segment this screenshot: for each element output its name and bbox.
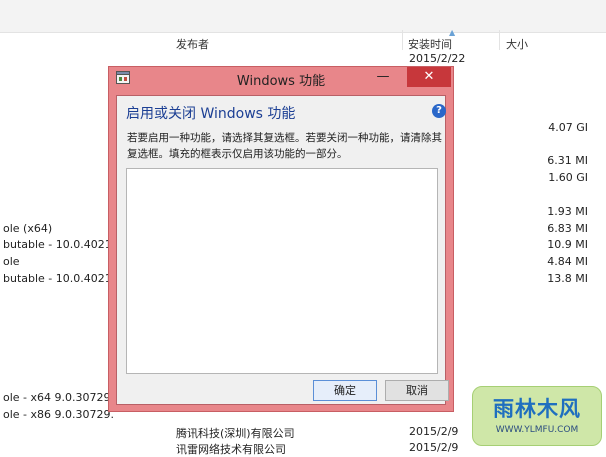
sort-arrow-icon: ▲ — [449, 28, 456, 37]
list-cell-name[interactable]: ole - x86 9.0.30729. — [3, 408, 114, 421]
list-header-bar — [0, 0, 606, 33]
column-divider[interactable] — [402, 30, 403, 50]
list-cell-size: 6.83 MI — [547, 222, 588, 235]
column-divider[interactable] — [499, 30, 500, 50]
watermark-url: WWW.YLMFU.COM — [495, 425, 579, 435]
list-cell-date: 2015/2/9 — [409, 441, 459, 454]
dialog-title: Windows 功能 — [236, 74, 326, 89]
dialog-description: 若要启用一种功能，请选择其复选框。若要关闭一种功能，请清除其复选框。填充的框表示… — [127, 132, 442, 160]
features-tree-list[interactable] — [126, 168, 438, 374]
list-cell-size: 10.9 MI — [547, 238, 588, 251]
help-icon[interactable]: ? — [432, 104, 446, 118]
column-header-install-date[interactable]: 安装时间 — [408, 36, 452, 52]
ok-button[interactable]: 确定 — [313, 380, 377, 401]
list-cell-name[interactable]: butable - 10.0.4021 — [3, 272, 112, 285]
list-cell-name[interactable]: ole - x64 9.0.30729. — [3, 391, 114, 404]
minimize-button[interactable]: — — [371, 67, 395, 87]
close-button[interactable]: ✕ — [407, 67, 451, 87]
list-cell-size: 13.8 MI — [547, 272, 588, 285]
list-cell-size: 4.84 MI — [547, 255, 588, 268]
list-cell-size: 6.31 MI — [547, 154, 588, 167]
cancel-button[interactable]: 取消 — [385, 380, 449, 401]
dialog-heading: 启用或关闭 Windows 功能 — [126, 106, 296, 122]
list-cell-publisher: 腾讯科技(深圳)有限公司 — [176, 427, 295, 440]
list-cell-date: 2015/2/9 — [409, 425, 459, 438]
list-cell-size: 4.07 GI — [548, 121, 588, 134]
column-header-publisher[interactable]: 发布者 — [176, 36, 209, 52]
column-header-size[interactable]: 大小 — [506, 36, 528, 52]
list-cell-size: 1.60 GI — [548, 171, 588, 184]
list-cell-name[interactable]: butable - 10.0.4021 — [3, 238, 112, 251]
list-cell-name[interactable]: ole — [3, 255, 20, 268]
dialog-client-area: 启用或关闭 Windows 功能 ? 若要启用一种功能，请选择其复选框。若要关闭… — [116, 95, 449, 405]
list-cell-date: 2015/2/22 — [409, 52, 466, 65]
list-cell-size: 1.93 MI — [547, 205, 588, 218]
list-cell-name[interactable]: ole (x64) — [3, 222, 52, 235]
watermark-logo-text: 雨林木风 — [493, 397, 581, 421]
windows-features-dialog: Windows 功能 — ✕ 启用或关闭 Windows 功能 ? 若要启用一种… — [108, 66, 454, 412]
list-cell-publisher: 讯雷网络技术有限公司 — [176, 443, 286, 456]
site-watermark-logo: 雨林木风 WWW.YLMFU.COM — [472, 386, 602, 446]
